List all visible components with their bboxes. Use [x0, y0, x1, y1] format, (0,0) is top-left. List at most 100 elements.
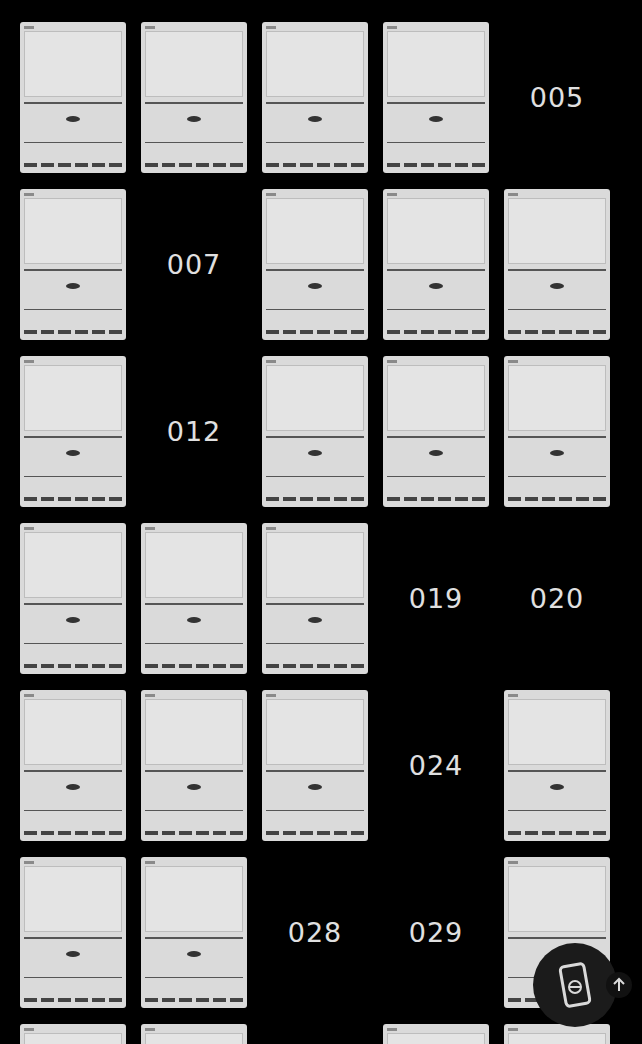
card-mark	[187, 617, 201, 623]
card-tag	[387, 360, 397, 363]
card-line	[266, 269, 364, 271]
card-line	[508, 810, 606, 811]
card-number: 012	[167, 416, 222, 447]
card-line	[387, 142, 485, 143]
card[interactable]	[20, 22, 126, 173]
card-art	[145, 866, 243, 932]
card[interactable]	[262, 523, 368, 674]
card[interactable]	[383, 1024, 489, 1044]
open-pack-button[interactable]	[533, 943, 617, 1027]
card-line	[145, 142, 243, 143]
card-tag	[145, 1028, 155, 1031]
card-mark	[66, 450, 80, 456]
card[interactable]	[262, 22, 368, 173]
card-footer	[24, 998, 122, 1002]
card-footer	[266, 330, 364, 334]
card-line	[145, 977, 243, 978]
card-footer	[24, 831, 122, 835]
card[interactable]	[141, 523, 247, 674]
card-art	[24, 198, 122, 264]
card[interactable]	[262, 690, 368, 841]
card[interactable]	[383, 189, 489, 340]
card[interactable]	[20, 189, 126, 340]
card[interactable]	[504, 690, 610, 841]
card-art	[266, 532, 364, 598]
card-footer	[266, 497, 364, 501]
card-footer	[145, 163, 243, 167]
card-mark	[308, 116, 322, 122]
card-number: 029	[409, 917, 464, 948]
card-mark	[550, 283, 564, 289]
card[interactable]	[504, 356, 610, 507]
card-tag	[24, 527, 34, 530]
card-tag	[508, 694, 518, 697]
card-line	[266, 476, 364, 477]
card-mark	[187, 784, 201, 790]
card-footer	[145, 664, 243, 668]
missing-card-slot: 005	[504, 22, 610, 173]
card[interactable]	[383, 356, 489, 507]
card-footer	[145, 998, 243, 1002]
card[interactable]	[20, 523, 126, 674]
card-mark	[429, 116, 443, 122]
card[interactable]	[383, 22, 489, 173]
card[interactable]	[262, 356, 368, 507]
card-line	[24, 937, 122, 939]
card-line	[24, 977, 122, 978]
card-art	[266, 365, 364, 431]
card-line	[24, 309, 122, 310]
card-line	[387, 436, 485, 438]
card-footer	[24, 497, 122, 501]
card-line	[508, 476, 606, 477]
card-tag	[24, 193, 34, 196]
card-footer	[24, 163, 122, 167]
card-mark	[429, 283, 443, 289]
card-mark	[66, 951, 80, 957]
card-line	[266, 643, 364, 644]
card[interactable]	[20, 1024, 126, 1044]
card-art	[24, 699, 122, 765]
card-line	[24, 269, 122, 271]
card-mark	[308, 784, 322, 790]
card[interactable]	[20, 690, 126, 841]
arrow-up-icon	[609, 975, 629, 995]
card-tag	[24, 694, 34, 697]
scroll-top-button[interactable]	[606, 972, 632, 998]
card[interactable]	[141, 1024, 247, 1044]
card-number: 005	[530, 82, 585, 113]
card-line	[145, 102, 243, 104]
card-line	[24, 102, 122, 104]
card-tag	[145, 527, 155, 530]
card-line	[266, 810, 364, 811]
card[interactable]	[20, 356, 126, 507]
card-art	[145, 1033, 243, 1044]
card-art	[24, 1033, 122, 1044]
card[interactable]	[20, 857, 126, 1008]
missing-card-slot: 019	[383, 523, 489, 674]
card-footer	[508, 497, 606, 501]
card[interactable]	[504, 189, 610, 340]
card[interactable]	[504, 1024, 610, 1044]
card-tag	[24, 26, 34, 29]
card[interactable]	[262, 189, 368, 340]
card-art	[145, 532, 243, 598]
card[interactable]	[141, 857, 247, 1008]
card-art	[266, 198, 364, 264]
card-mark	[66, 617, 80, 623]
card-footer	[145, 831, 243, 835]
card-line	[508, 309, 606, 310]
card-art	[508, 365, 606, 431]
card-tag	[508, 193, 518, 196]
card-mark	[308, 450, 322, 456]
card-line	[387, 309, 485, 310]
card[interactable]	[141, 22, 247, 173]
card-line	[24, 770, 122, 772]
card-art	[24, 365, 122, 431]
card-line	[266, 309, 364, 310]
card[interactable]	[141, 690, 247, 841]
card-line	[24, 142, 122, 143]
card-mark	[66, 784, 80, 790]
card-number: 007	[167, 249, 222, 280]
card-footer	[508, 831, 606, 835]
card-line	[387, 102, 485, 104]
